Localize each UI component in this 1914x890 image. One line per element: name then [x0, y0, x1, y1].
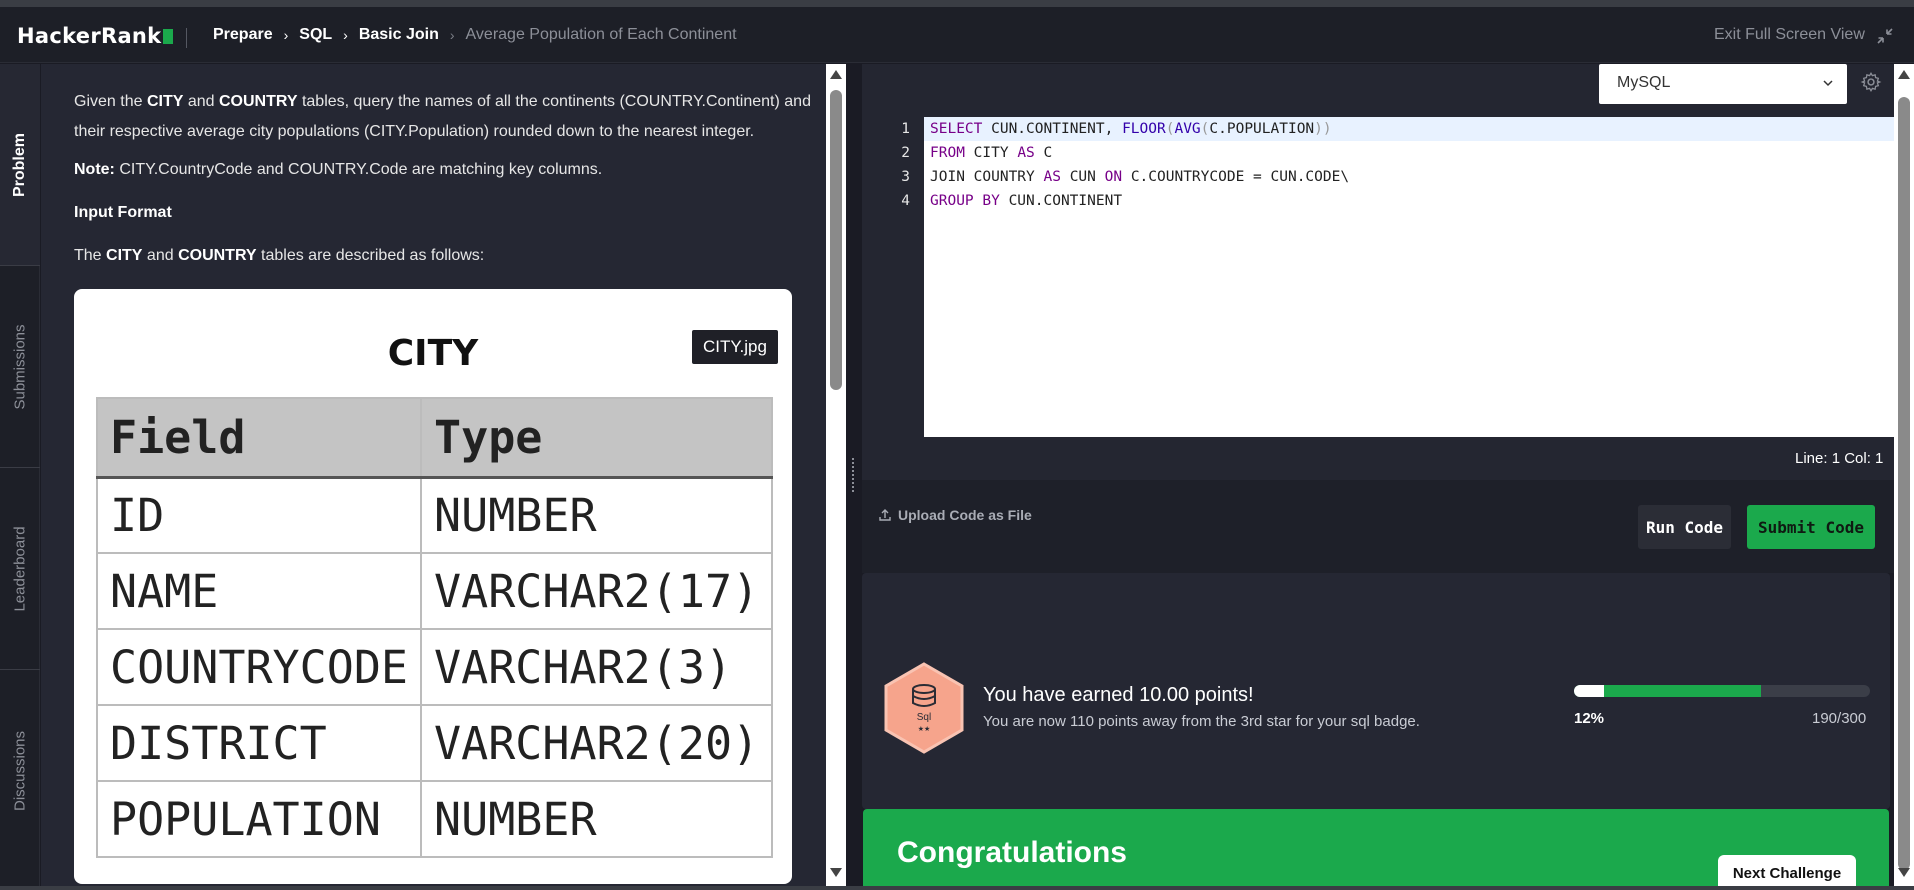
- breadcrumb-current: Average Population of Each Continent: [465, 26, 737, 43]
- image-tooltip: CITY.jpg: [692, 330, 778, 364]
- sql-badge-icon: Sql ★★: [884, 662, 964, 754]
- chevron-right-icon: ›: [343, 27, 348, 43]
- scroll-up-icon[interactable]: [1898, 70, 1910, 79]
- column-header-field: Field: [95, 397, 423, 479]
- next-challenge-button[interactable]: Next Challenge: [1718, 855, 1856, 890]
- window-bottom-strip: [0, 886, 1914, 890]
- run-code-button[interactable]: Run Code: [1638, 505, 1731, 549]
- scroll-up-icon[interactable]: [830, 70, 842, 79]
- exit-fullscreen-link[interactable]: Exit Full Screen View: [1714, 26, 1865, 44]
- progress-fraction: 190/300: [1812, 710, 1867, 727]
- scroll-thumb[interactable]: [830, 90, 842, 390]
- upload-icon: [879, 509, 891, 521]
- breadcrumb: Prepare › SQL › Basic Join › Average Pop…: [213, 26, 737, 44]
- scroll-thumb[interactable]: [1898, 97, 1910, 870]
- code-line[interactable]: SELECT CUN.CONTINENT, FLOOR(AVG(C.POPULA…: [924, 117, 1894, 141]
- problem-panel: Given the CITY and COUNTRY tables, query…: [41, 64, 826, 890]
- input-format-heading: Input Format: [74, 204, 172, 221]
- column-header-type: Type: [420, 397, 774, 479]
- breadcrumb-prepare[interactable]: Prepare: [213, 26, 273, 44]
- upload-code-button[interactable]: Upload Code as File: [878, 507, 1032, 523]
- breadcrumb-sql[interactable]: SQL: [299, 26, 332, 44]
- chevron-right-icon: ›: [449, 27, 455, 43]
- svg-text:★★: ★★: [918, 725, 931, 733]
- hackerrank-logo[interactable]: HackerRank: [17, 24, 174, 48]
- table-row: COUNTRYCODE VARCHAR2(3): [95, 628, 774, 706]
- collapse-icon[interactable]: [1876, 27, 1894, 45]
- congratulations-title: Congratulations: [897, 836, 1127, 869]
- problem-intro: Given the CITY and COUNTRY tables, query…: [74, 93, 811, 140]
- logo-square-icon: [163, 29, 174, 44]
- submit-code-button[interactable]: Submit Code: [1747, 505, 1875, 549]
- city-field-table: Field Type ID NUMBER NAME VARCHAR2(17) C…: [95, 397, 774, 858]
- language-select[interactable]: MySQL: [1599, 64, 1847, 104]
- chevron-right-icon: ›: [283, 27, 289, 43]
- svg-text:Sql: Sql: [917, 712, 931, 723]
- tab-leaderboard[interactable]: Leaderboard: [0, 468, 40, 670]
- input-format-description: The CITY and COUNTRY tables are describe…: [74, 247, 485, 264]
- problem-scrollbar[interactable]: [826, 64, 846, 890]
- badge-progress-bar: [1574, 685, 1870, 697]
- table-row: POPULATION NUMBER: [95, 780, 774, 858]
- drag-handle-icon[interactable]: [852, 458, 857, 494]
- header-divider: [186, 28, 187, 48]
- breadcrumb-basic-join[interactable]: Basic Join: [359, 26, 439, 44]
- city-table-image[interactable]: CITY Field Type ID NUMBER NAME VARCHAR2(…: [74, 289, 792, 884]
- table-row: ID NUMBER: [95, 476, 774, 554]
- code-line[interactable]: GROUP BY CUN.CONTINENT: [924, 189, 1894, 213]
- tab-submissions[interactable]: Submissions: [0, 266, 40, 468]
- scroll-down-icon[interactable]: [1898, 868, 1910, 877]
- top-header: HackerRank Prepare › SQL › Basic Join › …: [0, 7, 1914, 63]
- problem-note: Note: CITY.CountryCode and COUNTRY.Code …: [74, 161, 603, 178]
- tab-problem[interactable]: Problem: [0, 64, 40, 266]
- editor-toolbar: [862, 480, 1894, 573]
- table-row: DISTRICT VARCHAR2(20): [95, 704, 774, 782]
- chevron-down-icon: [1823, 80, 1833, 87]
- progress-earned-segment: [1574, 685, 1604, 697]
- points-earned-subtitle: You are now 110 points away from the 3rd…: [983, 713, 1420, 730]
- code-line[interactable]: FROM CITY AS C: [924, 141, 1894, 165]
- code-line[interactable]: JOIN COUNTRY AS CUN ON C.COUNTRYCODE = C…: [924, 165, 1894, 189]
- progress-percent: 12%: [1574, 710, 1605, 727]
- table-row: NAME VARCHAR2(17): [95, 552, 774, 630]
- scroll-down-icon[interactable]: [830, 868, 842, 877]
- tab-discussions[interactable]: Discussions: [0, 670, 40, 872]
- gear-icon[interactable]: [1860, 71, 1882, 93]
- city-table-title: CITY: [387, 333, 479, 374]
- window-top-strip: [0, 0, 1914, 7]
- points-earned-title: You have earned 10.00 points!: [983, 684, 1254, 706]
- line-number-gutter: 1 2 3 4: [901, 121, 910, 209]
- code-editor[interactable]: SELECT CUN.CONTINENT, FLOOR(AVG(C.POPULA…: [924, 117, 1894, 437]
- cursor-status: Line: 1 Col: 1: [1795, 450, 1884, 467]
- editor-scrollbar[interactable]: [1894, 64, 1914, 890]
- side-tabs: Problem Submissions Leaderboard Discussi…: [0, 64, 40, 890]
